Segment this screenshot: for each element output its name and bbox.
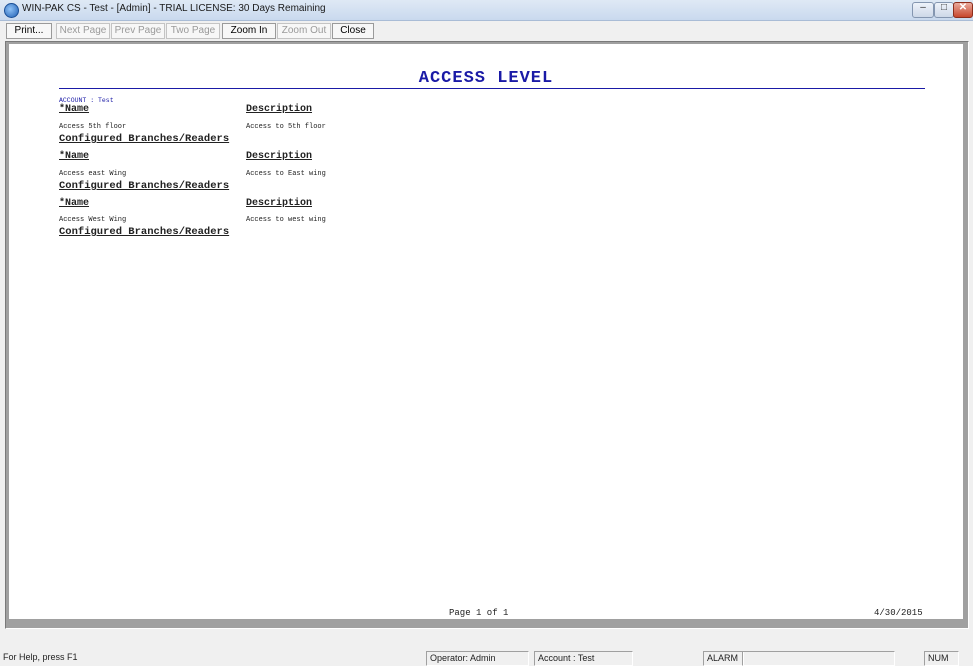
- preview-toolbar: Print... Next Page Prev Page Two Page Zo…: [0, 21, 973, 40]
- status-alarm: ALARM: [703, 651, 744, 666]
- access-level-name: Access 5th floor: [59, 123, 127, 131]
- description-header: Description: [246, 104, 313, 115]
- description-header: Description: [246, 198, 313, 209]
- close-window-button[interactable]: ✕: [953, 2, 973, 18]
- access-level-description: Access to west wing: [246, 216, 326, 224]
- minimize-button[interactable]: –: [912, 2, 934, 18]
- page-number: Page 1 of 1: [449, 608, 509, 618]
- description-header: Description: [246, 151, 313, 162]
- zoom-out-button[interactable]: Zoom Out: [277, 23, 331, 39]
- name-header: *Name: [59, 104, 90, 115]
- account-label: ACCOUNT : Test: [59, 97, 114, 104]
- next-page-button[interactable]: Next Page: [56, 23, 110, 39]
- zoom-in-button[interactable]: Zoom In: [222, 23, 276, 39]
- maximize-button[interactable]: □: [934, 2, 954, 18]
- print-button[interactable]: Print...: [6, 23, 52, 39]
- minimize-icon: –: [920, 2, 926, 13]
- title-divider: [59, 88, 925, 89]
- status-bar: For Help, press F1 Operator: Admin Accou…: [0, 648, 973, 666]
- two-page-button[interactable]: Two Page: [166, 23, 220, 39]
- maximize-icon: □: [940, 2, 948, 13]
- close-preview-button[interactable]: Close: [332, 23, 374, 39]
- status-help-text: For Help, press F1: [3, 652, 78, 662]
- app-icon: [4, 3, 19, 18]
- access-level-description: Access to 5th floor: [246, 123, 326, 131]
- window-title: WIN-PAK CS - Test - [Admin] - TRIAL LICE…: [22, 3, 326, 14]
- configured-branches-header: Configured Branches/Readers: [59, 226, 230, 238]
- access-level-name: Access West Wing: [59, 216, 127, 224]
- status-account: Account : Test: [534, 651, 633, 666]
- report-date: 4/30/2015: [874, 608, 923, 618]
- access-level-description: Access to East wing: [246, 170, 326, 178]
- report-title: ACCESS LEVEL: [418, 69, 554, 88]
- close-icon: ✕: [958, 2, 968, 13]
- report-page: ACCESS LEVEL ACCOUNT : Test *Name Descri…: [9, 44, 963, 619]
- status-num-lock: NUM: [924, 651, 959, 666]
- status-empty-panel: [742, 651, 895, 666]
- name-header: *Name: [59, 198, 90, 209]
- configured-branches-header: Configured Branches/Readers: [59, 133, 230, 145]
- title-bar: WIN-PAK CS - Test - [Admin] - TRIAL LICE…: [0, 0, 973, 21]
- prev-page-button[interactable]: Prev Page: [111, 23, 165, 39]
- status-operator: Operator: Admin: [426, 651, 529, 666]
- name-header: *Name: [59, 151, 90, 162]
- access-level-name: Access east Wing: [59, 170, 127, 178]
- configured-branches-header: Configured Branches/Readers: [59, 180, 230, 192]
